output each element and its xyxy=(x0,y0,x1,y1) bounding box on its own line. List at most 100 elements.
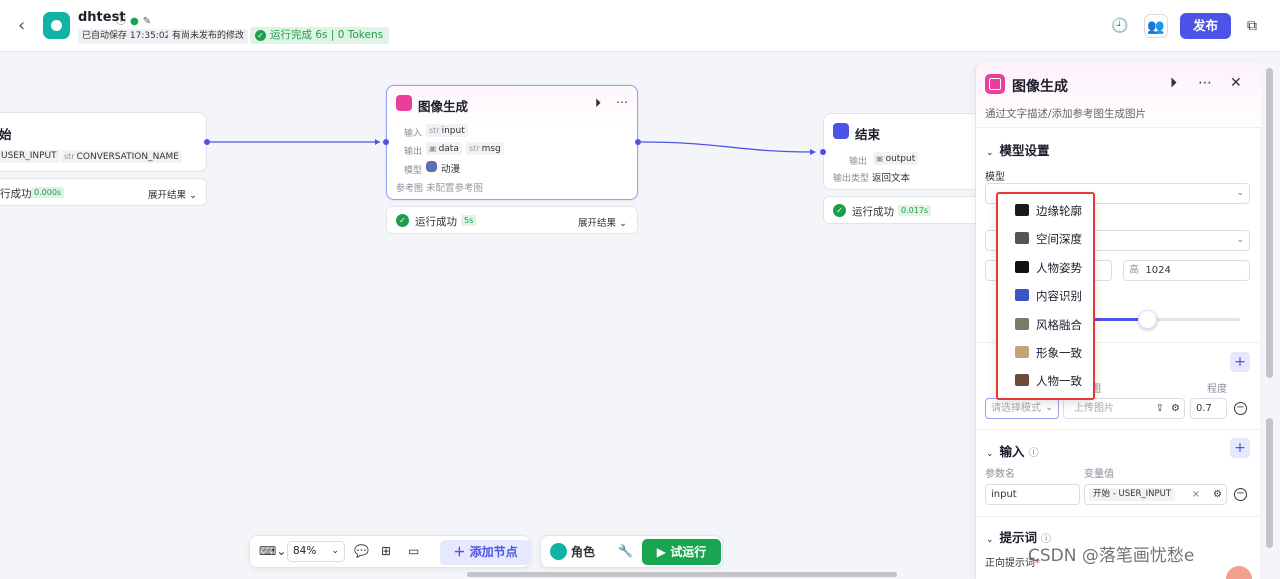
mode-option[interactable]: 人物姿势 xyxy=(998,253,1093,281)
horizontal-scrollbar[interactable] xyxy=(467,572,897,577)
role-avatar xyxy=(550,543,567,560)
start-node-title: 始 xyxy=(0,127,12,142)
mode-thumbnail-icon xyxy=(1015,317,1029,330)
clear-icon[interactable]: × xyxy=(1192,485,1200,504)
role-button[interactable]: 角色 xyxy=(571,543,595,560)
divider xyxy=(976,429,1261,430)
more-icon[interactable]: ⋯ xyxy=(616,95,628,109)
mode-option[interactable]: 人物一致 xyxy=(998,366,1093,394)
back-arrow-icon[interactable]: ‹ xyxy=(18,16,34,36)
info-icon[interactable]: ⓘ xyxy=(116,16,126,27)
comment-icon[interactable]: 💬 xyxy=(354,544,369,558)
mode-option[interactable]: 形象一致 xyxy=(998,338,1093,366)
section-label: 输入 xyxy=(999,444,1025,459)
close-icon[interactable]: ✕ xyxy=(1230,75,1242,91)
wrench-icon[interactable]: 🔧 xyxy=(618,544,633,558)
mode-option-label: 形象一致 xyxy=(1036,346,1082,360)
edit-icon[interactable]: ✎ xyxy=(143,16,151,27)
run-status-badge: ✓ 运行完成 6s | 0 Tokens xyxy=(250,27,390,44)
mouse-mode-icon[interactable]: ⌨⌄ xyxy=(259,544,286,558)
degree-input[interactable]: 0.7 xyxy=(1190,398,1227,419)
try-run-button[interactable]: ▶ 试运行 xyxy=(642,539,721,565)
edge-image-end xyxy=(640,141,813,153)
image-gen-node[interactable]: 图像生成 ⏵ ⋯ 输入 str input 输出 ▣ data str msg 模型 … xyxy=(386,85,638,200)
model-section-title[interactable]: ⌄ 模型设置 xyxy=(986,140,1050,159)
image-result-card: ✓ 运行成功 5s 展开结果 ⌄ xyxy=(386,206,638,234)
mode-option-label: 边缘轮廓 xyxy=(1036,204,1082,218)
mode-thumbnail-icon xyxy=(1015,289,1029,302)
copy-icon[interactable]: ⧉ xyxy=(1240,14,1264,38)
model-value: 动漫 xyxy=(441,164,461,175)
upload-icon[interactable]: ⇪ xyxy=(1156,399,1164,418)
run-node-icon[interactable]: ⏵ xyxy=(595,96,601,111)
layout-icon[interactable]: ⊞ xyxy=(381,544,391,558)
model-label: 模型 xyxy=(404,166,423,176)
mode-option[interactable]: 风格融合 xyxy=(998,310,1093,338)
height-input[interactable]: 高 1024 xyxy=(1123,260,1250,281)
mode-select[interactable]: 请选择模式 ⌄ xyxy=(985,398,1059,419)
height-label: 高 xyxy=(1129,265,1139,276)
zoom-select[interactable]: 84% ⌄ xyxy=(287,541,345,562)
publish-button[interactable]: 发布 xyxy=(1180,13,1231,39)
unpublished-tag: 有尚未发布的修改 xyxy=(168,29,249,44)
add-reference-button[interactable]: + xyxy=(1230,352,1250,372)
app-header: ‹ dhtest ⓘ ● ✎ 已自动保存 17:35:02 有尚未发布的修改 ✓ 运… xyxy=(0,0,1280,52)
output-label: 输出 xyxy=(404,147,423,157)
end-node[interactable]: 结束 输出 ▣ output 输出类型 返回文本 xyxy=(823,113,983,190)
var-value-select[interactable]: 开始 - USER_INPUT × ⚙ xyxy=(1084,484,1227,505)
add-input-button[interactable]: + xyxy=(1230,438,1250,458)
chip-text: data xyxy=(438,144,459,154)
type-label: str xyxy=(429,126,440,135)
start-result-card: 行成功 0.000s 展开结果 ⌄ xyxy=(0,178,207,206)
mode-option[interactable]: 空间深度 xyxy=(998,224,1093,252)
mode-option[interactable]: 边缘轮廓 xyxy=(998,196,1093,224)
start-time-tag: 0.000s xyxy=(31,187,65,198)
slider[interactable] xyxy=(1085,310,1240,329)
panel-description: 通过文字描述/添加参考图生成图片 xyxy=(985,108,1147,120)
expand-text: 展开结果 xyxy=(578,218,617,229)
start-output-chip-2: str CONVERSATION_NAME xyxy=(61,150,182,163)
upload-image-input[interactable]: 上传图片 ⇪ ⚙ xyxy=(1063,398,1185,419)
gear-icon[interactable]: ⚙ xyxy=(1213,485,1222,504)
image-out-port[interactable] xyxy=(635,139,641,145)
check-icon: ✓ xyxy=(396,214,409,227)
verified-icon: ● xyxy=(130,16,139,27)
info-icon[interactable]: ⓘ xyxy=(1029,448,1039,459)
image-in-port[interactable] xyxy=(383,139,389,145)
image-gen-icon xyxy=(396,95,412,111)
end-node-icon xyxy=(833,123,849,139)
var-source-tag: 开始 - USER_INPUT xyxy=(1089,488,1176,501)
gear-icon[interactable]: ⚙ xyxy=(1171,399,1180,418)
param-name-input[interactable]: input xyxy=(985,484,1080,505)
watermark: CSDN @落笔画忧愁e xyxy=(1028,546,1195,566)
remove-input-button[interactable]: − xyxy=(1234,488,1247,501)
slider-handle[interactable] xyxy=(1138,310,1157,329)
input-section-title[interactable]: ⌄ 输入 ⓘ xyxy=(986,441,1039,460)
mode-option-label: 内容识别 xyxy=(1036,289,1082,304)
more-icon[interactable]: ⋯ xyxy=(1198,75,1212,91)
mode-option[interactable]: 内容识别 xyxy=(998,281,1093,309)
workflow-canvas[interactable]: 始 USER_INPUT str CONVERSATION_NAME 行成功 0.… xyxy=(0,53,983,579)
image-expand-link[interactable]: 展开结果 ⌄ xyxy=(578,215,627,229)
image-result-text: 运行成功 xyxy=(415,216,457,228)
remove-reference-button[interactable]: − xyxy=(1234,402,1247,415)
start-result-text: 行成功 xyxy=(0,188,32,200)
input-chip: str input xyxy=(426,124,468,137)
minimap-icon[interactable]: ▭ xyxy=(408,544,419,558)
mode-thumbnail-icon xyxy=(1015,374,1029,387)
end-in-port[interactable] xyxy=(820,149,826,155)
start-expand-link[interactable]: 展开结果 ⌄ xyxy=(148,187,197,201)
run-node-icon[interactable]: ⏵ xyxy=(1170,75,1177,91)
chip-text: msg xyxy=(481,144,501,154)
mode-option-label: 人物姿势 xyxy=(1036,260,1082,275)
end-result-text: 运行成功 xyxy=(852,206,894,218)
panel-scrollbar-lower[interactable] xyxy=(1266,418,1273,548)
panel-scrollbar[interactable] xyxy=(1266,68,1273,378)
collaborators-icon[interactable]: 👥 xyxy=(1144,14,1168,38)
add-node-button[interactable]: ＋ 添加节点 xyxy=(440,540,531,565)
start-out-port[interactable] xyxy=(204,139,210,145)
chevron-down-icon: ⌄ xyxy=(331,546,339,556)
history-icon[interactable]: 🕘 xyxy=(1108,14,1132,38)
end-result-card: ✓ 运行成功 0.017s xyxy=(823,196,983,224)
start-node[interactable]: 始 USER_INPUT str CONVERSATION_NAME xyxy=(0,112,207,172)
